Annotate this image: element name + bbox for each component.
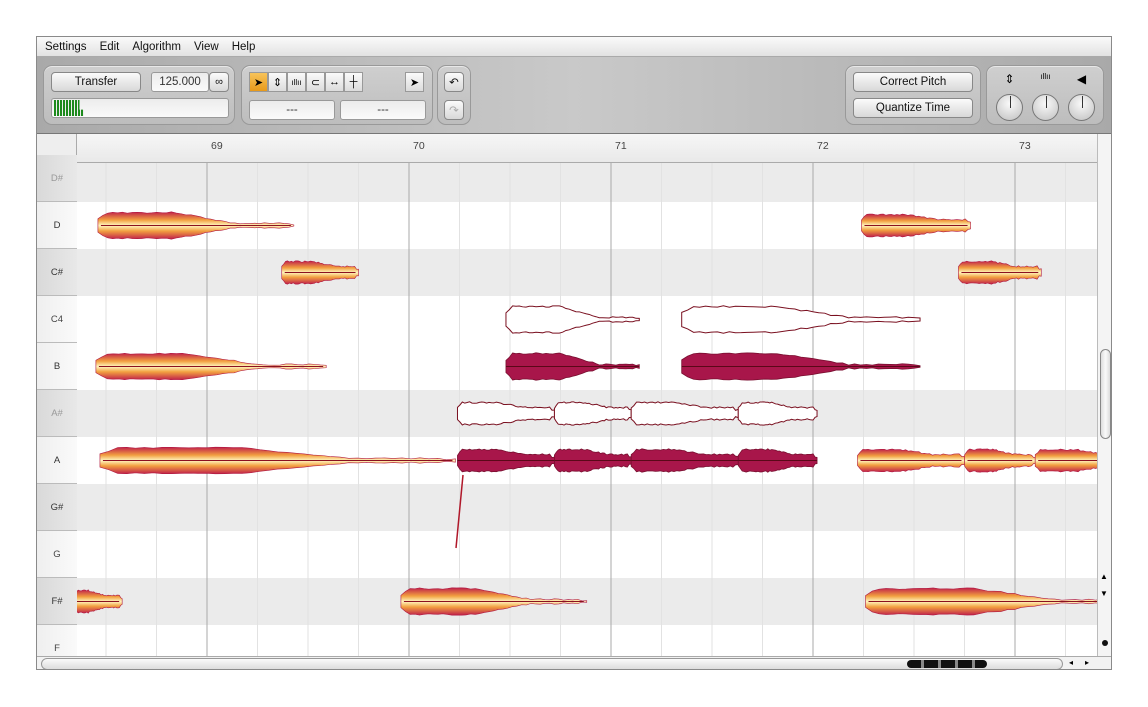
ruler-bar-label: 72 xyxy=(817,140,829,152)
piano-key-label: D# xyxy=(50,172,64,184)
scroll-down-arrow-icon[interactable]: ▼ xyxy=(1100,589,1108,598)
scroll-right-arrow-icon[interactable]: ▸ xyxy=(1085,658,1089,667)
menu-bar: Settings Edit Algorithm View Help xyxy=(37,37,1111,57)
time-ruler[interactable]: 69 70 71 72 73 xyxy=(77,134,1097,163)
amplitude-tool-icon[interactable]: ⊂ xyxy=(306,72,325,92)
volume-knob[interactable] xyxy=(1068,94,1095,121)
separation-tool-icon[interactable]: ┼ xyxy=(344,72,363,92)
level-meter xyxy=(51,98,229,118)
pitch-row xyxy=(77,484,1097,531)
ruler-bar-label: 70 xyxy=(413,140,425,152)
vertical-scroll-thumb[interactable] xyxy=(1100,349,1111,439)
tools-group: ➤ ⇕ ıllıı ⊂ ↔ ┼ ➤ --- --- xyxy=(241,65,433,125)
note-select-tool-icon[interactable]: ➤ xyxy=(405,72,424,92)
piano-key-label: D xyxy=(53,219,61,231)
tempo-field[interactable]: 125.000 xyxy=(151,72,209,92)
melodyne-window: Settings Edit Algorithm View Help Transf… xyxy=(36,36,1112,670)
piano-key-label: F xyxy=(54,642,60,654)
formant-knob-icon: ıllıı xyxy=(1040,72,1051,81)
note-editor[interactable] xyxy=(77,163,1097,656)
piano-key[interactable]: A# xyxy=(37,390,77,437)
pitch-knob-icon: ⇕ xyxy=(1004,72,1015,86)
time-readout: --- xyxy=(340,100,426,120)
transfer-group: Transfer 125.000 ∞ xyxy=(43,65,235,125)
menu-help[interactable]: Help xyxy=(232,41,256,53)
piano-key[interactable]: G# xyxy=(37,484,77,531)
pitch-knob[interactable] xyxy=(996,94,1023,121)
piano-key[interactable]: D# xyxy=(37,155,77,202)
piano-key[interactable]: B xyxy=(37,343,77,390)
link-icon[interactable]: ∞ xyxy=(209,72,229,92)
zoom-slider-handle[interactable] xyxy=(1102,640,1108,646)
vertical-scrollbar[interactable]: ▲ ▼ xyxy=(1097,134,1111,656)
macro-knobs-group: ⇕ ıllıı ◀ xyxy=(986,65,1104,125)
piano-key-label: F# xyxy=(51,595,63,607)
correct-pitch-button[interactable]: Correct Pitch xyxy=(853,72,973,92)
piano-key[interactable]: A xyxy=(37,437,77,484)
piano-key[interactable]: D xyxy=(37,202,77,249)
piano-key-label: A# xyxy=(51,407,63,419)
ruler-bar-label: 69 xyxy=(211,140,223,152)
scroll-up-arrow-icon[interactable]: ▲ xyxy=(1100,572,1108,581)
pitch-row xyxy=(77,249,1097,296)
undo-icon[interactable]: ↶ xyxy=(444,72,464,92)
correction-group: Correct Pitch Quantize Time xyxy=(845,65,981,125)
undo-group: ↶ ↷ xyxy=(437,65,471,125)
piano-key[interactable]: F# xyxy=(37,578,77,625)
ruler-bar-label: 71 xyxy=(615,140,627,152)
redo-icon[interactable]: ↷ xyxy=(444,100,464,120)
menu-algorithm[interactable]: Algorithm xyxy=(132,41,181,53)
formant-knob[interactable] xyxy=(1032,94,1059,121)
piano-key[interactable]: C# xyxy=(37,249,77,296)
pitch-readout: --- xyxy=(249,100,335,120)
scroll-left-arrow-icon[interactable]: ◂ xyxy=(1069,658,1073,667)
overview-waveform[interactable] xyxy=(907,660,987,668)
ruler-bar-label: 73 xyxy=(1019,140,1031,152)
piano-key-label: A xyxy=(53,454,61,466)
piano-keys: D# D C# C4 B A# A G# G F# F xyxy=(37,155,77,669)
piano-key-label: G# xyxy=(50,501,64,513)
pitch-row xyxy=(77,625,1097,656)
piano-key-label: C4 xyxy=(50,313,64,325)
piano-key-label: G xyxy=(53,548,61,560)
transfer-button[interactable]: Transfer xyxy=(51,72,141,92)
quantize-time-button[interactable]: Quantize Time xyxy=(853,98,973,118)
menu-edit[interactable]: Edit xyxy=(100,41,120,53)
horizontal-scrollbar[interactable]: ◂ ▸ xyxy=(37,656,1111,669)
pitch-row xyxy=(77,531,1097,578)
piano-key[interactable]: C4 xyxy=(37,296,77,343)
volume-knob-icon: ◀ xyxy=(1076,72,1087,86)
level-meter-bars xyxy=(54,100,84,116)
main-tool-arrow-icon[interactable]: ➤ xyxy=(249,72,268,92)
piano-key-label: B xyxy=(53,360,61,372)
piano-key-label: C# xyxy=(50,266,64,278)
pitch-row xyxy=(77,163,1097,202)
menu-settings[interactable]: Settings xyxy=(45,41,87,53)
menu-view[interactable]: View xyxy=(194,41,219,53)
time-tool-icon[interactable]: ↔ xyxy=(325,72,344,92)
pitch-tool-icon[interactable]: ⇕ xyxy=(268,72,287,92)
formant-tool-icon[interactable]: ıllıı xyxy=(287,72,306,92)
toolbar: Transfer 125.000 ∞ ➤ ⇕ ıllıı ⊂ ↔ ┼ ➤ ---… xyxy=(37,57,1111,134)
piano-key[interactable]: G xyxy=(37,531,77,578)
